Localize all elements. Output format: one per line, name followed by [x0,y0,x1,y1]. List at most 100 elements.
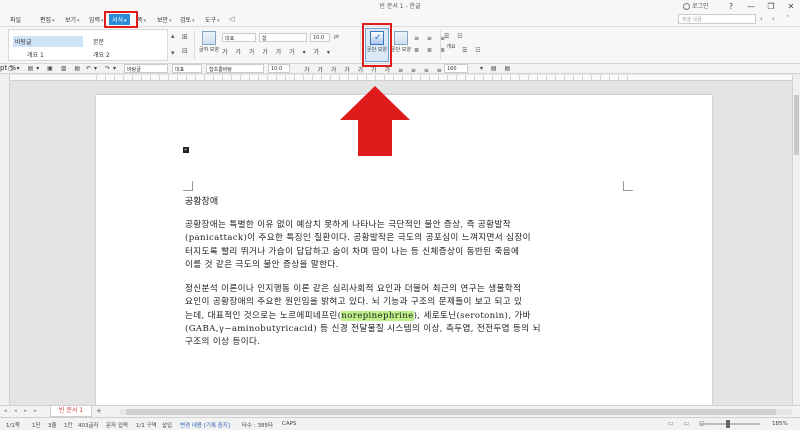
file-buttons[interactable]: ▢▾ ▤▾ ▣ ▥ ▤ [8,65,83,72]
back-arrow-icon[interactable]: ◁ [229,15,234,23]
annotation-box-para-button [362,23,392,67]
left-strip [0,75,10,405]
document-tab[interactable]: 빈 문서 1 [50,406,92,417]
font-lang-select[interactable]: 대표 [222,33,256,42]
menu-security[interactable]: 보안▾ [157,15,172,24]
menu-insert[interactable]: 입력▾ [89,15,104,24]
window-controls: ? — ❐ ✕ [726,0,796,12]
text-line: (panicattack)이 주요한 특징인 질환이다. 공황발작은 극도의 공… [185,233,531,244]
menu-review[interactable]: 검토▾ [180,15,195,24]
style-item[interactable]: 본문 [93,37,104,46]
menu-tools[interactable]: 도구▾ [205,15,220,24]
search-input[interactable]: 찾을 내용 [678,14,756,24]
ribbon-toggle-icon[interactable]: ˆ [786,15,790,23]
status-bar: 1/1쪽 1단 3줄 1칸 403글자 문자 입력 1/1 구역 삽입 변경 내… [0,417,800,430]
font-name-select[interactable]: 함 [259,33,307,42]
text-line: (GABA,γ−aminobutyricacid) 등 신경 전달물질 시스템의… [185,323,541,334]
help-button[interactable]: ? [726,2,736,11]
minimize-button[interactable]: — [746,2,756,11]
status-line: 3줄 [48,423,57,429]
style-select[interactable]: 바탕글 [124,64,168,73]
zoom-slider[interactable] [700,420,760,428]
close-button[interactable]: ✕ [786,2,796,11]
margin-corner-mark [623,181,633,191]
scroll-down-icon[interactable]: ▾ [171,49,175,57]
margin-corner-mark [183,181,193,191]
text-line: 는데, 대표적인 것으로는 노르에피네프린(norepinephrine), 세… [185,310,531,321]
zoom-level[interactable]: 185% [772,421,788,427]
menu-view[interactable]: 보기▾ [65,15,80,24]
scroll-thumb[interactable] [126,409,776,415]
document-title: 공황장애 [185,197,219,207]
para-icon [394,31,408,45]
text-line: 공황장애는 특별한 이유 없이 예상치 못하게 나타나는 극단적인 불안 증상,… [185,220,511,230]
status-insert-mode[interactable]: 삽입 [162,421,172,429]
sheet-tab-bar: ◂ ◂ ▸ ▸ 빈 문서 1 + [0,405,800,417]
annotation-arrow-icon [340,86,410,156]
menu-edit[interactable]: 편집▾ [40,15,55,24]
annotation-box-format-menu [104,11,138,28]
status-caps: CAPS [282,421,297,427]
divider [440,30,441,60]
add-tab-button[interactable]: + [96,407,102,415]
restore-button[interactable]: ❐ [766,2,776,11]
para-align-buttons[interactable]: ≡ ≡ ≡ [414,35,448,42]
login-button[interactable]: 로그인 [683,1,709,10]
font-size-input[interactable]: 10.0 [310,33,330,42]
paragraph-2[interactable]: 정신분석 이론이나 인지행동 이론 같은 심리사회적 요인과 더불어 최근의 연… [185,283,712,349]
char-shape-button[interactable]: 글자 모양 [198,31,220,53]
text-line: 구조의 이상 등이다. [185,337,261,348]
scroll-thumb[interactable] [794,95,799,155]
status-typing-speed: 타수 : 385타 [242,423,274,429]
style-item[interactable]: 개요 2 [93,50,110,59]
status-track-changes[interactable]: 변경 내용 [기록 중지] [180,421,230,429]
char-shape-icon [202,31,216,45]
status-column: 1단 [32,423,41,429]
text-line: 이를 것 같은 극도의 불안 증상을 말한다. [185,259,339,270]
divider [194,30,195,60]
status-count: 403글자 [78,423,99,429]
scroll-up-icon[interactable]: ▴ [171,32,175,40]
status-char: 1칸 [64,423,73,429]
window-title: 빈 문서 1 - 한글 [379,3,421,10]
divider [360,30,361,60]
list-more-buttons[interactable]: ☰ ☷ [462,47,484,54]
status-input-mode[interactable]: 문자 입력 [106,421,128,429]
size-unit: pt [0,64,8,72]
ribbon: 바탕글 본문 개요 1 개요 2 ▴ ▾ ⊞ ⊟ 글자 모양 대표 함 10.0… [0,27,800,64]
status-section: 1/1 구역 [136,423,157,429]
style-edit-icon[interactable]: ⊟ [182,47,188,55]
list-buttons[interactable]: ☰ ☷ [444,33,466,40]
para-shape-button-2[interactable]: 문단 모양 [390,31,412,53]
format-toolbar: ▢▾ ▤▾ ▣ ▥ ▤ ↶▾ ↷▾ 바탕글 대표 함초롬바탕 10.0 pt 가… [0,64,800,74]
font-select[interactable]: 함초롬바탕 [206,64,264,73]
style-icon[interactable]: ⊞ [182,33,188,41]
menu-page[interactable]: 쪽▾ [137,15,146,24]
vertical-scrollbar[interactable] [792,75,800,405]
paragraph-1[interactable]: 공황장애는 특별한 이유 없이 예상치 못하게 나타나는 극단적인 불안 증상,… [185,219,712,272]
tab-nav-buttons[interactable]: ◂ ◂ ▸ ▸ [4,408,40,414]
line-spacing-input[interactable]: 160 [444,64,468,73]
status-page: 1/1쪽 [6,423,20,429]
prev-arrow-icon[interactable]: ‹ [760,15,763,23]
size-input[interactable]: 10.0 [268,64,290,73]
outline-button[interactable]: 개요 [444,43,458,50]
menu-file[interactable]: 파일 [10,15,21,24]
style-item[interactable]: 개요 1 [27,50,44,59]
style-gallery: 바탕글 본문 개요 1 개요 2 [8,29,168,61]
user-icon [683,3,690,10]
lang-select[interactable]: 대표 [172,64,202,73]
text-line: 정신분석 이론이나 인지행동 이론 같은 심리사회적 요인과 더불어 최근의 연… [185,284,522,294]
cursor-marker-icon: ↵ [183,147,189,153]
highlighted-text: norepinephrine [341,310,414,321]
horizontal-scrollbar[interactable] [120,409,792,415]
style-item[interactable]: 바탕글 [13,36,83,47]
login-label: 로그인 [692,3,709,10]
text-line: 요인이 공황장애의 주요한 원인임을 밝혀고 있다. 뇌 기능과 구조의 문제들… [185,297,523,308]
undo-redo-buttons[interactable]: ↶▾ ↷▾ [86,65,119,72]
char-format-buttons[interactable]: 가 가 가 가 가 가 ▾ 가 ▾ [222,47,333,56]
next-arrow-icon[interactable]: › [772,15,775,23]
para-indent-buttons[interactable]: ≣ ≣ ≣ [414,47,448,54]
more-buttons[interactable]: ▾ ▤ ▤ [480,65,513,72]
zoom-slider-knob[interactable] [726,420,730,428]
